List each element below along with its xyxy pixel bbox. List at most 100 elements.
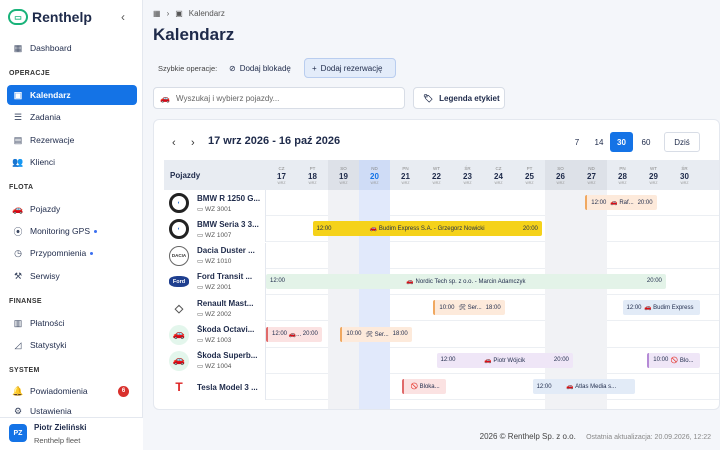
- event-label: 🚗 Budim Express S.A. - Grzegorz Nowicki: [369, 226, 485, 233]
- plate-icon: ▭: [197, 337, 205, 344]
- month: WRZ: [401, 181, 410, 185]
- event-start-time: 12:00: [536, 383, 552, 390]
- grid-icon: ▦: [13, 42, 23, 53]
- reservation-event[interactable]: 10:00 🚫 Blo...: [647, 352, 700, 368]
- sidebar-item-dashboard[interactable]: ▦ Dashboard: [7, 38, 137, 58]
- legend-button[interactable]: 🏷 Legenda etykiet: [413, 87, 505, 109]
- day-header[interactable]: ND 27 WRZ: [576, 160, 607, 190]
- calendar-grid: Pojazdy CZ 17 WRZ PT 18 WRZ SO 19 WRZ ND 20 WRZ PN 21…: [164, 160, 719, 409]
- next-period-icon[interactable]: ›: [191, 137, 195, 149]
- day-number: 28: [618, 172, 627, 181]
- add-block-button[interactable]: ⊘ Dodaj blokadę: [222, 58, 298, 78]
- plate-number: WZ 1004: [204, 363, 232, 371]
- day-header[interactable]: SO 19 WRZ: [328, 160, 359, 190]
- weekend-column: [545, 190, 576, 409]
- month: WRZ: [587, 181, 596, 185]
- vehicle-cell[interactable]: ◐ BMW Seria 3 3... ▭ WZ 1007: [164, 216, 266, 243]
- calendar-icon: ▣: [13, 89, 23, 100]
- day-header[interactable]: PN 28 WRZ: [607, 160, 638, 190]
- reservation-event[interactable]: 12:00 🚗 Atlas Media s...: [532, 379, 635, 395]
- weekend-column: [576, 190, 607, 409]
- event-label: 🚗 Raf...: [610, 200, 634, 206]
- home-grid-icon[interactable]: ▦: [153, 9, 161, 18]
- event-start-time: 10:00: [653, 357, 669, 364]
- event-start-time: 12:00: [440, 357, 456, 364]
- vehicle-cell[interactable]: ◐ BMW R 1250 G... ▭ WZ 3001: [164, 190, 266, 216]
- vehicle-cell[interactable]: 🚗 Škoda Octavi... ▭ WZ 1003: [164, 321, 266, 348]
- vehicle-cell[interactable]: Ford Ford Transit ... ▭ WZ 2001: [164, 268, 266, 295]
- reservation-event[interactable]: 12:00 🚗... 20:00: [266, 326, 322, 342]
- reservation-event[interactable]: 10:00 🛠 Ser... 18:00: [433, 300, 505, 316]
- vehicle-plate: ▭ WZ 3001: [197, 205, 263, 213]
- sidebar-item-statystyki[interactable]: ◿ Statystyki: [7, 335, 137, 355]
- plate-icon: ▭: [197, 284, 205, 292]
- sidebar-item-przypomnienia[interactable]: ◷ Przypomnienia: [7, 243, 137, 263]
- view-60-button[interactable]: 60: [634, 132, 658, 152]
- day-header[interactable]: CZ 24 WRZ: [483, 160, 514, 190]
- day-header[interactable]: ŚR 23 WRZ: [452, 160, 483, 190]
- reservation-event[interactable]: 12:00 🚗 Budim Express: [622, 300, 700, 316]
- sidebar-item-label: Klienci: [30, 157, 56, 167]
- event-start-time: 12:00: [272, 331, 288, 337]
- event-label: 🚗 Piotr Wójcik: [484, 357, 526, 364]
- day-header[interactable]: PT 18 WRZ: [297, 160, 328, 190]
- month: WRZ: [339, 181, 348, 185]
- sidebar-item-klienci[interactable]: 👥 Klienci: [7, 152, 137, 172]
- quick-ops-label: Szybkie operacje:: [158, 64, 218, 73]
- vehicle-search-input[interactable]: 🚗 Wyszukaj i wybierz pojazdy...: [153, 87, 405, 109]
- view-14-button[interactable]: 14: [588, 132, 610, 152]
- sidebar-item-label: Rezerwacje: [30, 135, 75, 145]
- app-logo[interactable]: ▭ Renthelp: [8, 9, 92, 25]
- sidebar-item-label: Statystyki: [30, 340, 67, 350]
- plate-icon: ▭: [197, 231, 205, 239]
- vehicle-row[interactable]: DACIA Dacia Duster ... ▭ WZ 1010: [164, 242, 719, 269]
- reservation-event[interactable]: 12:00 🚗 Budim Express S.A. - Grzegorz Now…: [312, 221, 542, 237]
- vehicle-cell[interactable]: DACIA Dacia Duster ... ▭ WZ 1010: [164, 242, 266, 269]
- day-header[interactable]: ND 20 WRZ: [359, 160, 390, 190]
- sidebar-item-label: Ustawienia: [30, 406, 72, 416]
- calendar-card: ‹ › 17 wrz 2026 - 16 paź 2026 7 14 30 60…: [153, 119, 720, 410]
- chart-icon: ◿: [14, 339, 22, 350]
- sidebar-item-rezerwacje[interactable]: ▤ Rezerwacje: [7, 130, 137, 150]
- prev-period-icon[interactable]: ‹: [172, 137, 176, 149]
- reservation-event[interactable]: 10:00 🛠 Ser... 18:00: [340, 326, 412, 342]
- sidebar-item-powiadomienia[interactable]: 🔔 Powiadomienia 6: [7, 381, 137, 401]
- view-7-button[interactable]: 7: [567, 132, 587, 152]
- copyright: 2026 © Renthelp Sp. z o.o.: [479, 432, 576, 441]
- reservation-event[interactable]: 12:00 🚗 Nordic Tech sp. z o.o. - Marcin A…: [266, 273, 666, 289]
- day-header[interactable]: SO 26 WRZ: [545, 160, 576, 190]
- sidebar-item-serwisy[interactable]: ⚒ Serwisy: [7, 266, 137, 286]
- sidebar-item-pojazdy[interactable]: 🚗 Pojazdy: [7, 199, 137, 219]
- sidebar-item-kalendarz[interactable]: ▣ Kalendarz: [7, 85, 137, 105]
- today-button[interactable]: Dziś: [664, 132, 700, 152]
- checklist-icon: ☰: [13, 111, 23, 122]
- day-header[interactable]: CZ 17 WRZ: [266, 160, 297, 190]
- vehicle-row[interactable]: 🚗 Škoda Octavi... ▭ WZ 1003: [164, 321, 719, 348]
- sidebar-item-ustawienia[interactable]: ⚙ Ustawienia: [7, 403, 137, 417]
- vehicle-cell[interactable]: 🚗 Škoda Superb... ▭ WZ 1004: [164, 347, 266, 374]
- add-reservation-button[interactable]: + Dodaj rezerwację: [304, 58, 396, 78]
- collapse-sidebar-icon[interactable]: ‹: [121, 10, 125, 24]
- event-start-time: 12:00: [270, 278, 286, 285]
- vehicle-cell[interactable]: T Tesla Model 3 ...: [164, 374, 266, 401]
- vehicle-cell[interactable]: ◇ Renault Mast... ▭ WZ 2002: [164, 295, 266, 322]
- reservation-event[interactable]: 12:00 🚗 Piotr Wójcik 20:00: [436, 352, 573, 368]
- date-range: 17 wrz 2026 - 16 paź 2026: [208, 135, 341, 147]
- reservation-event[interactable]: 🚫 Bloka...: [402, 379, 446, 395]
- user-profile[interactable]: PZ Piotr Zieliński Renthelp fleet: [0, 417, 143, 450]
- reservation-event[interactable]: 12:00 🚗 Raf... 20:00: [585, 195, 657, 210]
- sidebar-item-monitoring[interactable]: ⦿ Monitoring GPS: [7, 221, 137, 241]
- day-header[interactable]: PT 25 WRZ: [514, 160, 545, 190]
- calendar-icon: ▣: [175, 9, 183, 18]
- day-header[interactable]: ŚR 30 WRZ: [669, 160, 700, 190]
- day-header[interactable]: WT 22 WRZ: [421, 160, 452, 190]
- plate-number: WZ 3001: [204, 205, 232, 213]
- day-header[interactable]: WT 29 WRZ: [638, 160, 669, 190]
- sidebar-item-zadania[interactable]: ☰ Zadania: [7, 107, 137, 127]
- sidebar-item-label: Przypomnienia: [30, 248, 87, 258]
- view-30-button[interactable]: 30: [610, 132, 633, 152]
- plate-icon: ▭: [197, 258, 205, 266]
- day-header[interactable]: PN 21 WRZ: [390, 160, 421, 190]
- sidebar-item-platnosci[interactable]: ▥ Płatności: [7, 313, 137, 333]
- event-label: 🚗 Nordic Tech sp. z o.o. - Marcin Adamcz…: [406, 278, 526, 285]
